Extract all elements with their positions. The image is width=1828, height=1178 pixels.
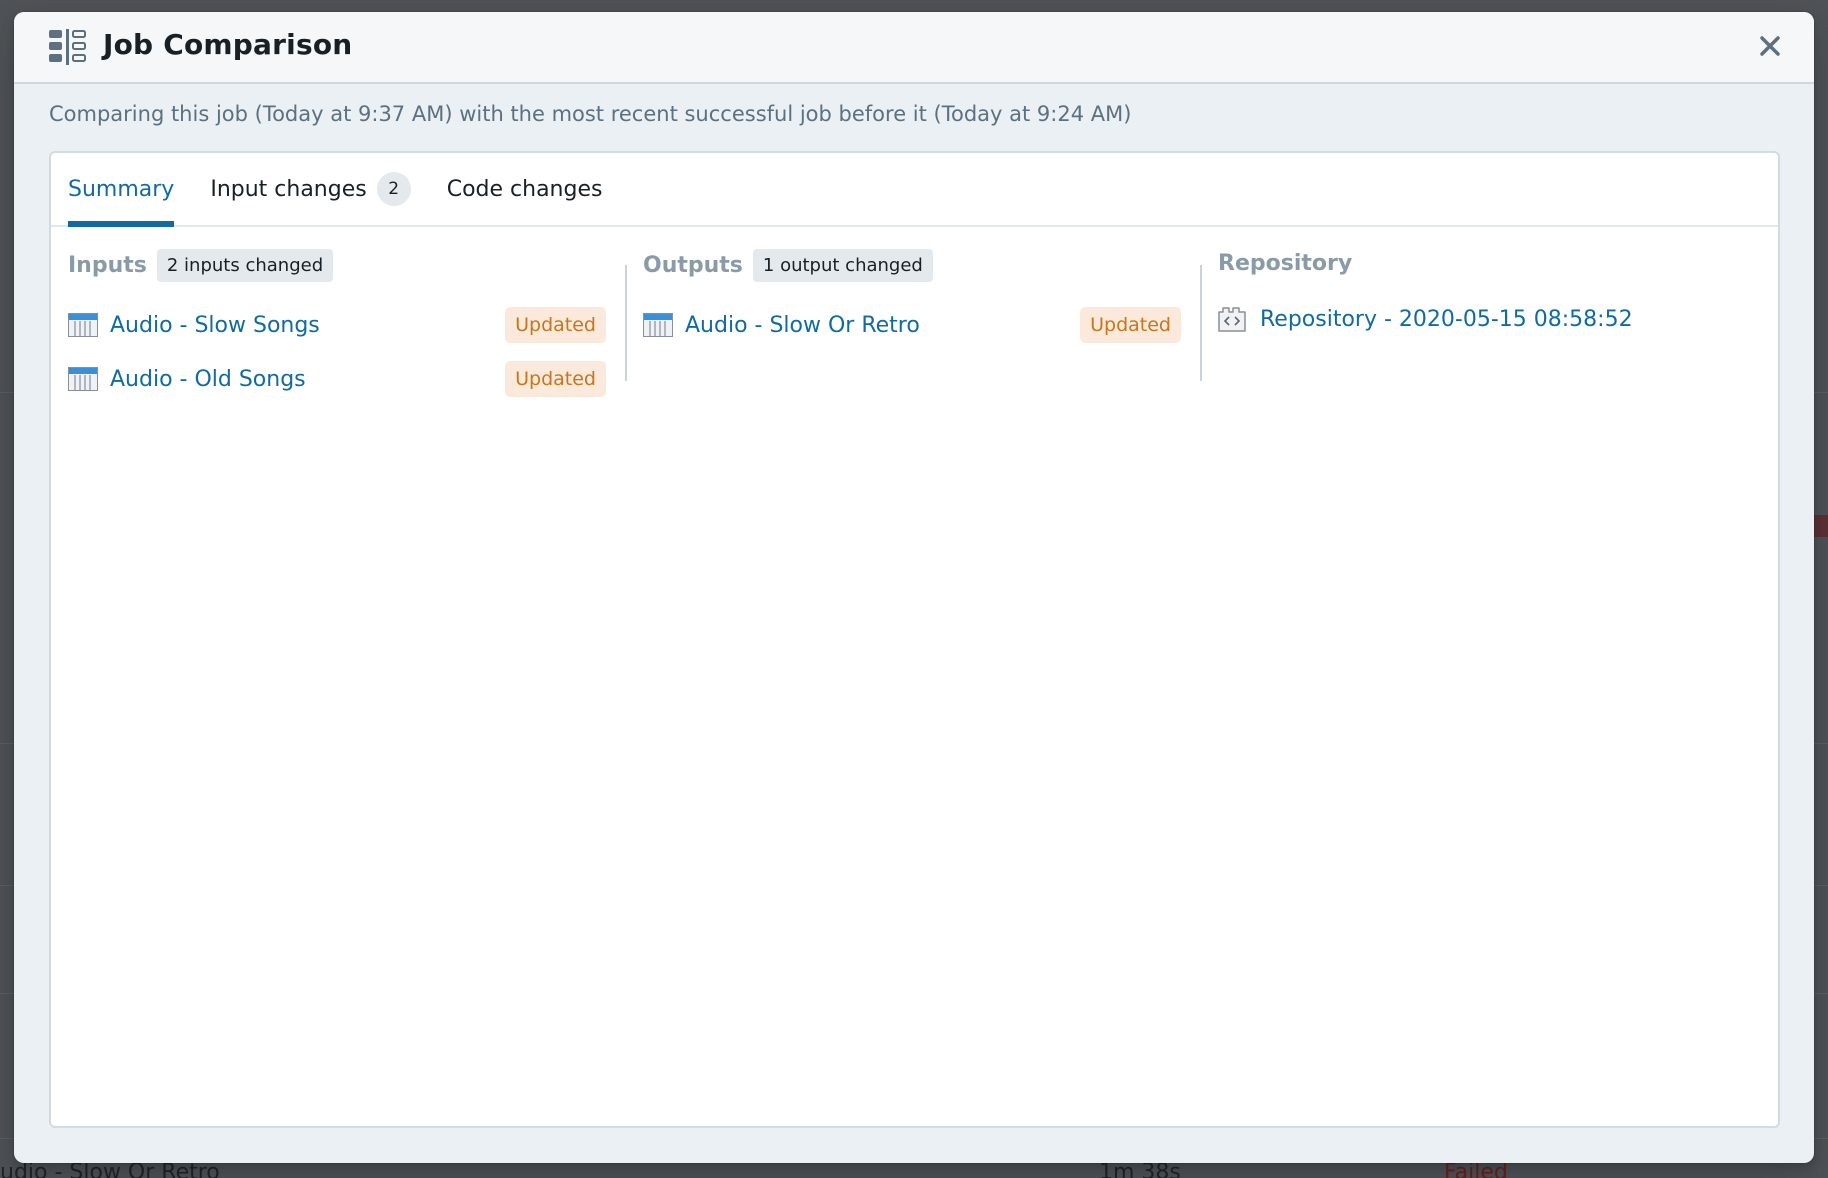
tab-code-changes[interactable]: Code changes (447, 153, 603, 225)
comparison-description: Comparing this job (Today at 9:37 AM) wi… (49, 102, 1132, 126)
close-button[interactable] (1754, 32, 1786, 64)
comparison-panel: Summary Input changes 2 Code changes Inp… (49, 151, 1780, 1128)
outputs-changed-tag: 1 output changed (752, 249, 933, 282)
dataset-table-icon (68, 367, 98, 391)
updated-tag: Updated (505, 307, 606, 343)
dataset-table-icon (643, 313, 673, 337)
output-item: Audio - Slow Or Retro Updated (643, 307, 1181, 343)
tab-label: Code changes (446, 176, 603, 202)
output-dataset-link[interactable]: Audio - Slow Or Retro (685, 313, 920, 338)
dataset-table-icon (68, 313, 98, 337)
input-item: Audio - Slow Songs Updated (68, 307, 606, 343)
input-dataset-link[interactable]: Audio - Slow Songs (110, 313, 320, 338)
updated-tag: Updated (1080, 307, 1181, 343)
outputs-label: Outputs (643, 253, 743, 278)
close-icon (1759, 35, 1781, 61)
inputs-label: Inputs (68, 253, 147, 278)
tab-input-changes[interactable]: Input changes 2 (210, 153, 411, 225)
inputs-header: Inputs 2 inputs changed (68, 249, 334, 282)
input-item: Audio - Old Songs Updated (68, 361, 606, 397)
outputs-header: Outputs 1 output changed (643, 249, 933, 282)
column-divider (1200, 265, 1202, 381)
tab-summary[interactable]: Summary (68, 153, 175, 227)
column-divider (625, 265, 627, 381)
updated-tag: Updated (505, 361, 606, 397)
dialog-header: Job Comparison (14, 12, 1814, 84)
comparison-columns-icon (49, 29, 87, 65)
tab-list: Summary Input changes 2 Code changes (51, 153, 1778, 227)
input-changes-count-badge: 2 (376, 172, 411, 206)
tab-label: Input changes (210, 176, 367, 202)
job-comparison-dialog: Job Comparison Comparing this job (Today… (14, 12, 1814, 1163)
code-repository-icon (1218, 306, 1246, 332)
repository-label: Repository (1218, 251, 1353, 276)
tab-label: Summary (68, 176, 175, 202)
input-dataset-link[interactable]: Audio - Old Songs (110, 367, 306, 392)
repository-item: Repository - 2020-05-15 08:58:52 (1218, 301, 1758, 337)
summary-columns: Inputs 2 inputs changed Audio - Slow Son… (51, 229, 1778, 429)
repository-header: Repository (1218, 251, 1352, 276)
inputs-changed-tag: 2 inputs changed (156, 249, 334, 282)
repository-link[interactable]: Repository - 2020-05-15 08:58:52 (1260, 307, 1633, 332)
dialog-title: Job Comparison (103, 28, 353, 61)
